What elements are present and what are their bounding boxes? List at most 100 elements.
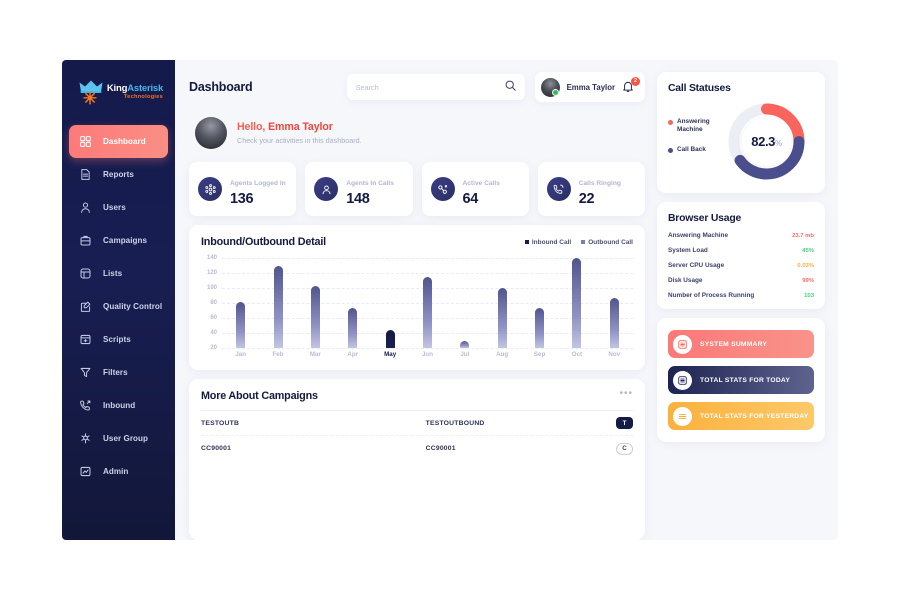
donut-unit: % xyxy=(774,139,782,148)
inbound-outbound-chart-card: Inbound/Outbound Detail Inbound Call Outb… xyxy=(189,225,645,370)
bar[interactable] xyxy=(460,340,470,348)
y-axis-tick: 120 xyxy=(206,270,217,276)
stat-card: Agents In Calls 148 xyxy=(305,162,413,216)
sidebar: ✳ KingAsterisk Technologies Dashboard Rep… xyxy=(62,60,175,540)
stat-value: 148 xyxy=(346,190,370,207)
y-axis-tick: 20 xyxy=(210,345,217,351)
sidebar-item-label: Quality Control xyxy=(103,302,163,311)
sidebar-item-quality-control[interactable]: Quality Control xyxy=(69,290,168,323)
bar[interactable] xyxy=(535,307,545,348)
bar-column[interactable] xyxy=(446,258,483,348)
window-icon xyxy=(79,333,92,346)
stat-label: Calls Ringing xyxy=(578,179,621,187)
bar[interactable] xyxy=(310,285,320,348)
bar-column[interactable] xyxy=(596,258,633,348)
sidebar-item-label: User Group xyxy=(103,434,149,443)
campaign-tag[interactable]: T xyxy=(616,417,633,429)
x-axis-label: Nov xyxy=(608,351,621,358)
table-row[interactable]: CC90001 CC90001 C xyxy=(201,436,633,461)
sidebar-item-label: Campaigns xyxy=(103,236,148,245)
browser-usage-row: System Load 45% xyxy=(668,247,814,254)
sidebar-item-label: Inbound xyxy=(103,401,136,410)
bar-column[interactable] xyxy=(297,258,334,348)
sidebar-nav: Dashboard Reports Users Campaigns Lists Quali… xyxy=(62,125,175,488)
bar-column[interactable] xyxy=(521,258,558,348)
call-statuses-legend: Answering Machine Call Back xyxy=(668,118,723,166)
bar[interactable] xyxy=(273,265,283,348)
list-box-icon xyxy=(673,334,692,354)
sidebar-item-label: Reports xyxy=(103,170,134,179)
sidebar-item-campaigns[interactable]: Campaigns xyxy=(69,224,168,257)
notification-badge: 2 xyxy=(631,76,640,86)
stat-label: Agents Logged In xyxy=(230,179,286,187)
sidebar-item-lists[interactable]: Lists xyxy=(69,257,168,290)
usage-value: 23.7 mb xyxy=(792,232,814,239)
user-profile[interactable]: Emma Taylor 2 xyxy=(534,72,645,102)
profile-name: Emma Taylor xyxy=(566,82,615,92)
sidebar-item-inbound[interactable]: Inbound xyxy=(69,389,168,422)
bar-column[interactable] xyxy=(484,258,521,348)
legend-label: Answering Machine xyxy=(677,117,710,134)
action-buttons-card: SYSTEM SUMMARY TOTAL STATS FOR TODAY TOT… xyxy=(657,318,825,442)
sidebar-item-dashboard[interactable]: Dashboard xyxy=(69,125,168,158)
agent-call-icon xyxy=(314,177,339,201)
total-stats-for-today-button[interactable]: TOTAL STATS FOR TODAY xyxy=(668,366,814,394)
chart-square-icon xyxy=(79,465,92,478)
campaign-tag[interactable]: C xyxy=(616,442,633,455)
y-axis-tick: 100 xyxy=(206,285,217,291)
sidebar-item-label: Admin xyxy=(103,467,129,476)
campaigns-title: More About Campaigns xyxy=(201,390,318,402)
chart-bars xyxy=(222,258,633,348)
bar[interactable] xyxy=(385,330,395,348)
campaigns-table: TESTOUTB TESTOUTBOUND T CC90001 CC90001 C xyxy=(201,411,633,461)
bar-column[interactable] xyxy=(409,258,446,348)
sidebar-item-filters[interactable]: Filters xyxy=(69,356,168,389)
greeting-section: Hello, Emma Taylor Check your activities… xyxy=(189,111,645,153)
legend-item: Inbound Call xyxy=(524,238,572,246)
legend-dot xyxy=(668,119,673,125)
edit-square-icon xyxy=(79,300,92,313)
bar-column[interactable] xyxy=(222,258,259,348)
bar-column[interactable] xyxy=(558,258,595,348)
bar[interactable] xyxy=(609,297,619,348)
system-summary-button[interactable]: SYSTEM SUMMARY xyxy=(668,330,814,358)
bar[interactable] xyxy=(348,308,358,348)
bar-column[interactable] xyxy=(259,258,296,348)
usage-label: Number of Process Running xyxy=(668,292,755,299)
action-button-label: TOTAL STATS FOR TODAY xyxy=(700,376,791,384)
x-axis-label: Sep xyxy=(533,351,546,358)
chart-title: Inbound/Outbound Detail xyxy=(201,236,326,248)
total-stats-for-yesterday-button[interactable]: TOTAL STATS FOR YESTERDAY xyxy=(668,402,814,430)
bar-column[interactable] xyxy=(371,258,408,348)
search-input[interactable] xyxy=(355,82,505,92)
bar[interactable] xyxy=(497,288,507,348)
bar[interactable] xyxy=(572,258,582,348)
search-icon[interactable] xyxy=(505,78,516,96)
sidebar-item-users[interactable]: Users xyxy=(69,191,168,224)
bar[interactable] xyxy=(236,302,246,348)
ellipsis-icon[interactable]: ••• xyxy=(619,389,633,399)
brand-logo[interactable]: ✳ KingAsterisk Technologies xyxy=(62,69,175,115)
legend-label: Inbound Call xyxy=(531,238,572,246)
sidebar-item-admin[interactable]: Admin xyxy=(69,455,168,488)
x-axis-label: Apr xyxy=(347,351,359,358)
stat-cards: Agents Logged In 136 Agents In Calls 148… xyxy=(189,162,645,216)
sidebar-item-scripts[interactable]: Scripts xyxy=(69,323,168,356)
browser-usage-row: Server CPU Usage 0.03% xyxy=(668,262,814,269)
stat-value: 136 xyxy=(230,190,254,207)
sidebar-item-reports[interactable]: Reports xyxy=(69,158,168,191)
notifications-button[interactable]: 2 xyxy=(622,76,640,95)
stat-card: Agents Logged In 136 xyxy=(189,162,297,216)
campaign-description: CC90001 xyxy=(425,445,456,452)
table-row[interactable]: TESTOUTB TESTOUTBOUND T xyxy=(201,411,633,436)
campaign-description: TESTOUTBOUND xyxy=(425,419,485,427)
bar[interactable] xyxy=(422,276,432,348)
y-axis-tick: 60 xyxy=(210,315,217,321)
dashboard-app: ✳ KingAsterisk Technologies Dashboard Rep… xyxy=(62,60,838,540)
legend-label: Call Back xyxy=(677,145,706,153)
bar-column[interactable] xyxy=(334,258,371,348)
user-icon xyxy=(79,201,92,214)
browser-usage-title: Browser Usage xyxy=(668,213,742,224)
sidebar-item-user-group[interactable]: User Group xyxy=(69,422,168,455)
search-box[interactable] xyxy=(346,74,525,100)
